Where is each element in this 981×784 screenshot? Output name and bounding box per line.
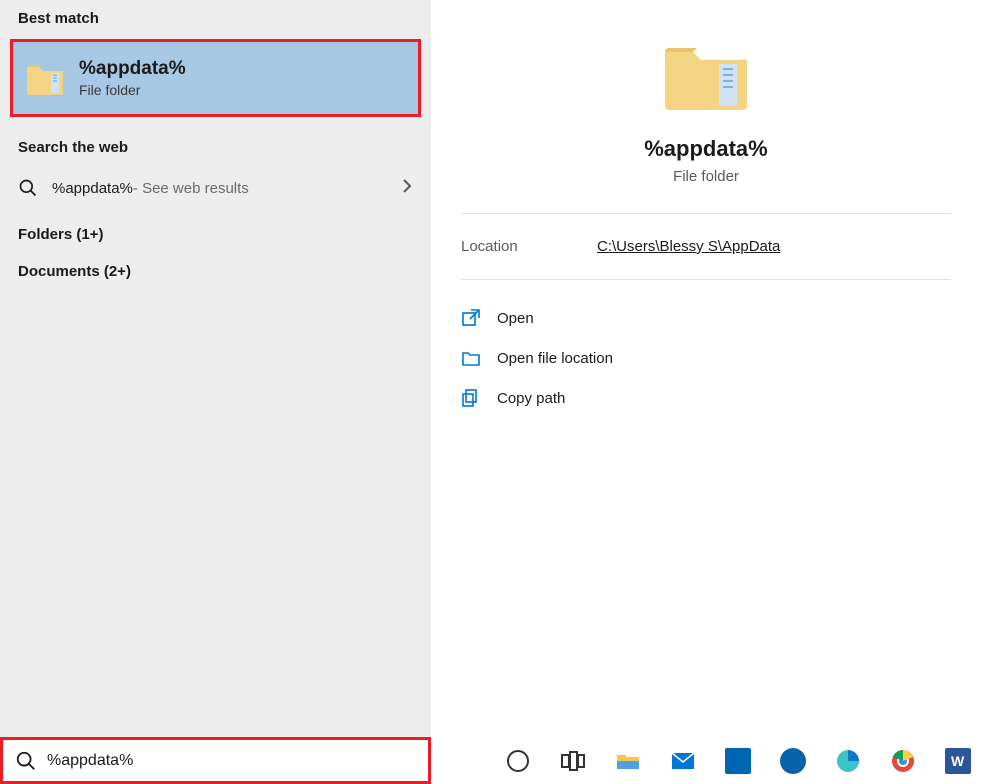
web-result-query: %appdata%	[52, 180, 133, 197]
location-label: Location	[461, 238, 597, 255]
best-match-subtitle: File folder	[79, 82, 186, 98]
taskbar-mail[interactable]	[660, 737, 707, 784]
taskbar-photos[interactable]	[715, 737, 762, 784]
search-icon	[15, 750, 37, 772]
detail-title: %appdata%	[644, 136, 767, 162]
category-documents[interactable]: Documents (2+)	[0, 249, 431, 286]
copy-icon	[461, 388, 481, 408]
action-label: Copy path	[497, 390, 565, 407]
search-input[interactable]	[47, 752, 416, 770]
action-open-location[interactable]: Open file location	[461, 338, 951, 378]
best-match-result[interactable]: %appdata% File folder	[10, 39, 421, 117]
taskbar: W	[431, 737, 981, 784]
web-result-row[interactable]: %appdata% - See web results	[6, 164, 425, 212]
action-open[interactable]: Open	[461, 298, 951, 338]
action-label: Open	[497, 310, 534, 327]
search-web-header: Search the web	[0, 123, 431, 164]
taskbar-word[interactable]: W	[934, 737, 981, 784]
category-folders[interactable]: Folders (1+)	[0, 212, 431, 249]
taskbar-edge[interactable]	[824, 737, 871, 784]
web-result-suffix: - See web results	[133, 180, 249, 197]
search-bar[interactable]	[0, 737, 431, 784]
best-match-title: %appdata%	[79, 58, 186, 80]
taskbar-cortana[interactable]	[495, 737, 542, 784]
chevron-right-icon	[401, 178, 413, 199]
folder-icon	[661, 36, 751, 114]
taskbar-task-view[interactable]	[550, 737, 597, 784]
action-label: Open file location	[497, 350, 613, 367]
detail-panel: %appdata% File folder Location C:\Users\…	[431, 0, 981, 784]
action-copy-path[interactable]: Copy path	[461, 378, 951, 418]
location-path[interactable]: C:\Users\Blessy S\AppData	[597, 238, 780, 255]
taskbar-file-explorer[interactable]	[605, 737, 652, 784]
open-icon	[461, 308, 481, 328]
best-match-header: Best match	[0, 0, 431, 33]
taskbar-dell[interactable]	[769, 737, 816, 784]
detail-subtitle: File folder	[673, 168, 739, 185]
results-panel: Best match %appdata% File folder Search …	[0, 0, 431, 784]
taskbar-chrome[interactable]	[879, 737, 926, 784]
folder-location-icon	[461, 348, 481, 368]
folder-icon	[25, 59, 65, 97]
search-icon	[18, 178, 38, 198]
